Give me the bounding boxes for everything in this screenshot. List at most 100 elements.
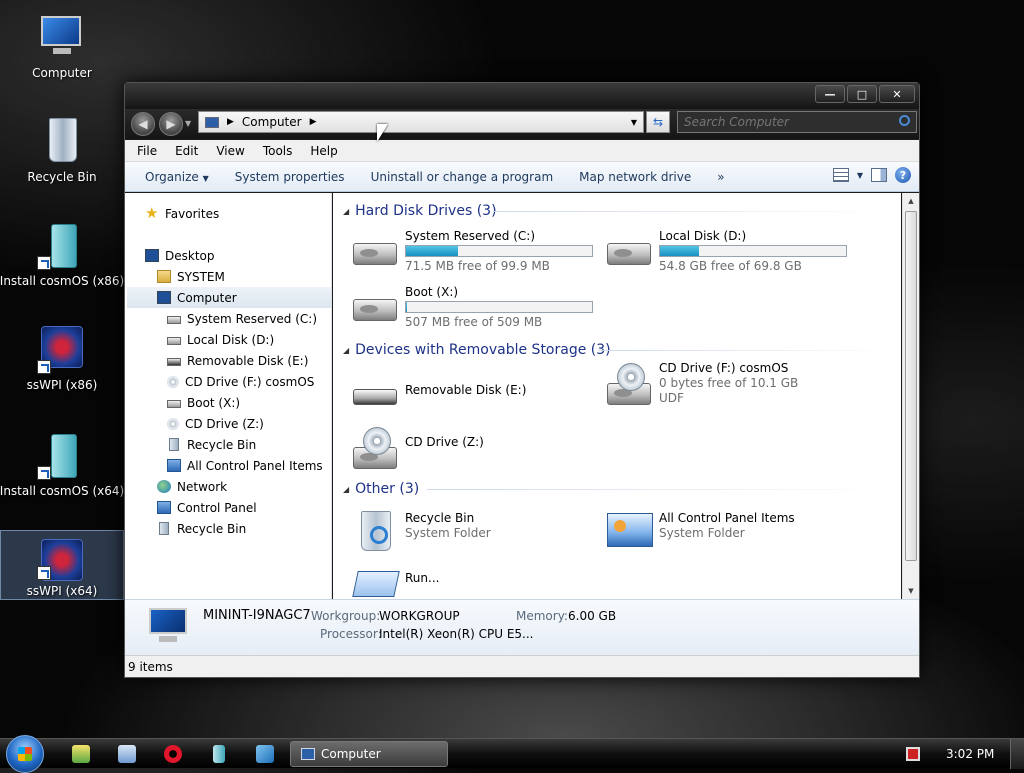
nav-computer[interactable]: Computer [127,287,331,308]
cd-drive-icon [351,425,401,471]
nav-removable-disk-e[interactable]: Removable Disk (E:) [167,350,308,371]
processor-value: Intel(R) Xeon(R) CPU E5... [379,627,534,641]
nav-recycle-bin[interactable]: Recycle Bin [157,518,246,539]
pinned-app-icon[interactable] [72,745,90,763]
nav-all-control-panel-items[interactable]: All Control Panel Items [167,455,323,476]
menu-view[interactable]: View [210,144,250,158]
drive-tile-e[interactable]: Removable Disk (E:) [351,371,526,423]
drive-tile-x[interactable]: Boot (X:) 507 MB free of 509 MB [351,285,593,337]
item-name: Run... [405,571,440,585]
scrollbar-thumb[interactable] [905,211,917,561]
help-icon[interactable]: ? [895,167,911,183]
cd-drive-icon [167,417,179,430]
hard-drive-icon [167,400,181,408]
taskbar: Computer 3:02 PM [0,735,1024,773]
desktop-icon-sswpi-x86[interactable]: ssWPI (x86) [0,316,124,412]
preview-pane-icon[interactable] [871,168,887,182]
map-network-drive-button[interactable]: Map network drive [573,170,697,184]
mouse-cursor-icon [377,124,388,142]
action-center-icon[interactable] [906,747,920,761]
desktop-icon-label: ssWPI (x86) [26,378,98,392]
group-header-hard-disk-drives[interactable]: ◢ Hard Disk Drives (3) [343,201,497,221]
vertical-scrollbar[interactable]: ▲ ▼ [902,193,919,599]
scroll-up-icon[interactable]: ▲ [903,193,919,209]
item-count: 9 items [128,659,173,674]
back-button[interactable]: ◀ [131,112,155,136]
group-header-removable-storage[interactable]: ◢ Devices with Removable Storage (3) [343,340,611,360]
scroll-down-icon[interactable]: ▼ [903,583,919,599]
desktop-icon-install-x64[interactable]: Install cosmOS (x64) [0,422,124,518]
address-dropdown-icon[interactable]: ▼ [631,118,637,127]
nav-local-disk-d[interactable]: Local Disk (D:) [167,329,274,350]
system-properties-button[interactable]: System properties [229,170,351,184]
menu-edit[interactable]: Edit [169,144,204,158]
menu-help[interactable]: Help [304,144,343,158]
desktop-icon-computer[interactable]: Computer [0,4,124,100]
organize-button[interactable]: Organize ▼ [139,170,215,184]
desktop-icon-install-x86[interactable]: Install cosmOS (x86) [0,212,124,308]
breadcrumb-computer[interactable]: Computer [242,115,302,129]
network-app-icon[interactable] [256,745,274,763]
search-icon[interactable] [899,115,910,126]
address-row: ◀ ▶ ▼ ▶ Computer ▶ ▼ ⇆ [125,109,919,139]
taskbar-button-computer[interactable]: Computer [290,741,448,767]
pinned-app-icon[interactable] [118,745,136,763]
breadcrumb-separator-icon[interactable]: ▶ [227,117,234,127]
group-header-other[interactable]: ◢ Other (3) [343,479,419,499]
drive-tile-f[interactable]: CD Drive (F:) cosmOS 0 bytes free of 10.… [605,361,798,413]
menu-file[interactable]: File [131,144,163,158]
hard-drive-icon [167,337,181,345]
item-run[interactable]: Run... [351,559,439,599]
nav-cd-drive-z[interactable]: CD Drive (Z:) [167,413,264,434]
search-input[interactable] [678,112,888,132]
desktop-icon-label: Computer [32,66,92,80]
nav-system[interactable]: SYSTEM [157,266,225,287]
drive-tile-d[interactable]: Local Disk (D:) 54.8 GB free of 69.8 GB [605,229,847,281]
maximize-button[interactable]: □ [847,85,877,103]
show-desktop-button[interactable] [1010,739,1024,769]
collapse-icon[interactable]: ◢ [343,346,349,355]
sswpi-icon [37,539,87,581]
uninstall-program-button[interactable]: Uninstall or change a program [365,170,560,184]
nav-favorites[interactable]: ★ Favorites [145,203,219,224]
start-button[interactable] [6,735,44,773]
address-bar[interactable]: ▶ Computer ▶ ▼ [198,111,644,133]
item-recycle-bin[interactable]: Recycle Bin System Folder [351,507,491,559]
title-bar[interactable]: — □ ✕ [125,83,919,109]
star-icon: ★ [145,204,159,222]
cd-drive-icon [167,375,179,388]
item-all-control-panel-items[interactable]: All Control Panel Items System Folder [605,507,795,559]
forward-button[interactable]: ▶ [159,112,183,136]
nav-cd-drive-f[interactable]: CD Drive (F:) cosmOS [167,371,314,392]
refresh-button[interactable]: ⇆ [646,111,670,133]
breadcrumb-separator-icon[interactable]: ▶ [310,117,317,127]
collapse-icon[interactable]: ◢ [343,207,349,216]
menu-tools[interactable]: Tools [257,144,299,158]
nav-system-reserved-c[interactable]: System Reserved (C:) [167,308,317,329]
nav-recycle-bin-child[interactable]: Recycle Bin [167,434,256,455]
opera-icon[interactable] [164,745,182,763]
drive-name: Local Disk (D:) [659,229,747,243]
drive-free-space: 507 MB free of 509 MB [405,315,543,329]
details-pane: MININT-I9NAGC7 Workgroup: WORKGROUP Memo… [125,599,919,655]
drive-tile-c[interactable]: System Reserved (C:) 71.5 MB free of 99.… [351,229,593,281]
pinned-app-icon[interactable] [213,745,225,763]
hard-drive-icon [351,285,401,331]
desktop-icon-recycle-bin[interactable]: Recycle Bin [0,108,124,204]
search-box[interactable] [677,111,917,133]
nav-control-panel[interactable]: Control Panel [157,497,257,518]
drive-tile-z[interactable]: CD Drive (Z:) [351,425,484,477]
clock[interactable]: 3:02 PM [946,747,994,761]
view-dropdown-icon[interactable]: ▼ [857,171,863,180]
control-panel-icon [605,507,655,553]
desktop-icon-sswpi-x64[interactable]: ssWPI (x64) [0,530,124,600]
nav-network[interactable]: Network [157,476,227,497]
more-commands-button[interactable]: » [711,170,730,184]
nav-boot-x[interactable]: Boot (X:) [167,392,240,413]
close-button[interactable]: ✕ [879,85,915,103]
minimize-button[interactable]: — [815,85,845,103]
nav-desktop[interactable]: Desktop [145,245,215,266]
recent-pages-dropdown[interactable]: ▼ [185,119,191,128]
change-view-icon[interactable] [832,168,849,182]
collapse-icon[interactable]: ◢ [343,485,349,494]
